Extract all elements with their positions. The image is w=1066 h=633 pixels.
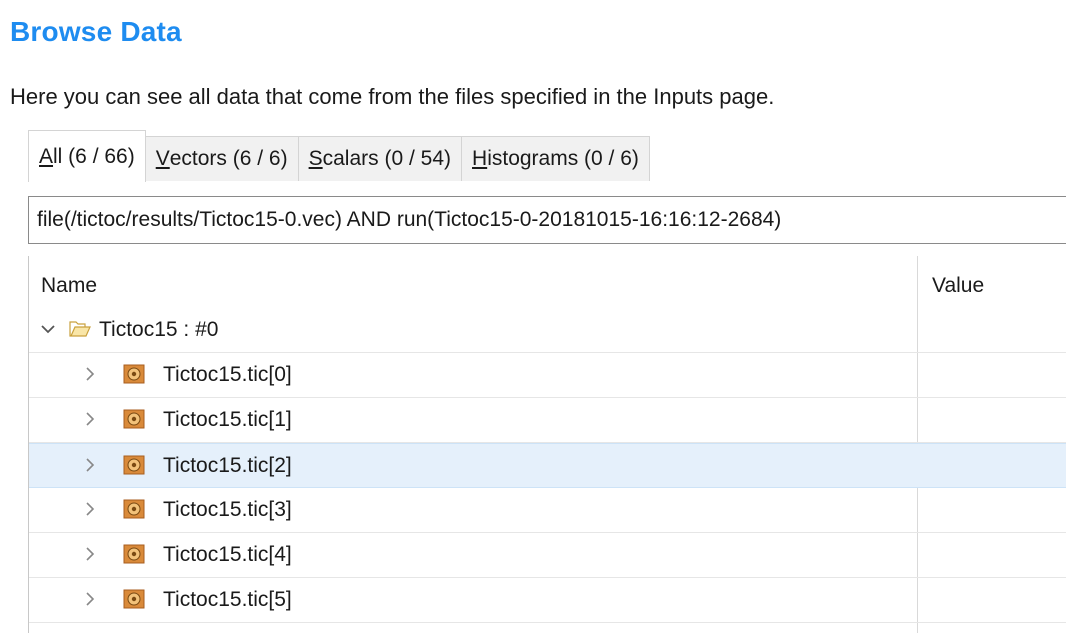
tab-all-label: ll (6 / 66) <box>53 144 135 168</box>
tree-child-label: Tictoc15.tic[0] <box>163 363 292 386</box>
chevron-right-icon[interactable] <box>81 363 99 385</box>
chevron-down-icon[interactable] <box>39 318 57 340</box>
chevron-right-icon[interactable] <box>81 408 99 430</box>
tree-child-label: Tictoc15.tic[1] <box>163 408 292 431</box>
tab-histograms-label: istograms (0 / 6) <box>487 147 639 170</box>
tree-child-row[interactable]: Tictoc15.tic[5] <box>29 578 1066 623</box>
tree-child-row-selected[interactable]: Tictoc15.tic[2] <box>29 443 1066 488</box>
module-icon <box>123 544 145 564</box>
tree-child-label: Tictoc15.tic[2] <box>163 454 292 477</box>
tree-child-row[interactable]: Tictoc15.tic[0] <box>29 353 1066 398</box>
folder-open-icon <box>69 319 91 339</box>
tree-child-label: Tictoc15.tic[5] <box>163 588 292 611</box>
tab-vectors-mnemonic: V <box>155 147 170 170</box>
module-icon <box>123 455 145 475</box>
tree-child-label: Tictoc15.tic[3] <box>163 498 292 521</box>
module-icon <box>123 409 145 429</box>
column-header-name[interactable]: Name <box>41 274 97 298</box>
page-description: Here you can see all data that come from… <box>10 84 775 109</box>
page-title: Browse Data <box>10 16 182 47</box>
tab-histograms[interactable]: Histograms (0 / 6) <box>462 136 650 181</box>
tree-root-label: Tictoc15 : #0 <box>99 318 219 341</box>
tree-child-row[interactable]: Tictoc15.tic[4] <box>29 533 1066 578</box>
tree-child-row[interactable]: Tictoc15.tic[1] <box>29 398 1066 443</box>
chevron-right-icon[interactable] <box>81 588 99 610</box>
tree-root-row[interactable]: Tictoc15 : #0 <box>29 308 1066 353</box>
module-icon <box>123 589 145 609</box>
module-icon <box>123 499 145 519</box>
chevron-right-icon[interactable] <box>81 543 99 565</box>
tab-scalars[interactable]: Scalars (0 / 54) <box>298 136 463 181</box>
data-tree[interactable]: Name Value Tictoc15 : #0 Tictoc15.tic[0]… <box>28 256 1066 633</box>
filter-input[interactable]: file(/tictoc/results/Tictoc15-0.vec) AND… <box>28 196 1066 244</box>
tab-all[interactable]: All (6 / 66) <box>28 130 146 182</box>
tab-scalars-mnemonic: S <box>308 147 323 170</box>
module-icon <box>123 364 145 384</box>
tab-bar: All (6 / 66) Vectors (6 / 6) Scalars (0 … <box>28 130 650 182</box>
tab-vectors-label: ectors (6 / 6) <box>169 147 288 170</box>
browse-data-page: Browse Data Here you can see all data th… <box>0 0 1066 633</box>
chevron-right-icon[interactable] <box>81 454 99 476</box>
column-header-value[interactable]: Value <box>932 274 984 298</box>
tree-child-label: Tictoc15.tic[4] <box>163 543 292 566</box>
tab-scalars-label: calars (0 / 54) <box>322 147 452 170</box>
chevron-right-icon[interactable] <box>81 498 99 520</box>
tab-all-mnemonic: A <box>39 144 54 168</box>
tree-child-row[interactable]: Tictoc15.tic[3] <box>29 488 1066 533</box>
tab-vectors[interactable]: Vectors (6 / 6) <box>145 136 299 181</box>
tab-histograms-mnemonic: H <box>472 147 488 170</box>
